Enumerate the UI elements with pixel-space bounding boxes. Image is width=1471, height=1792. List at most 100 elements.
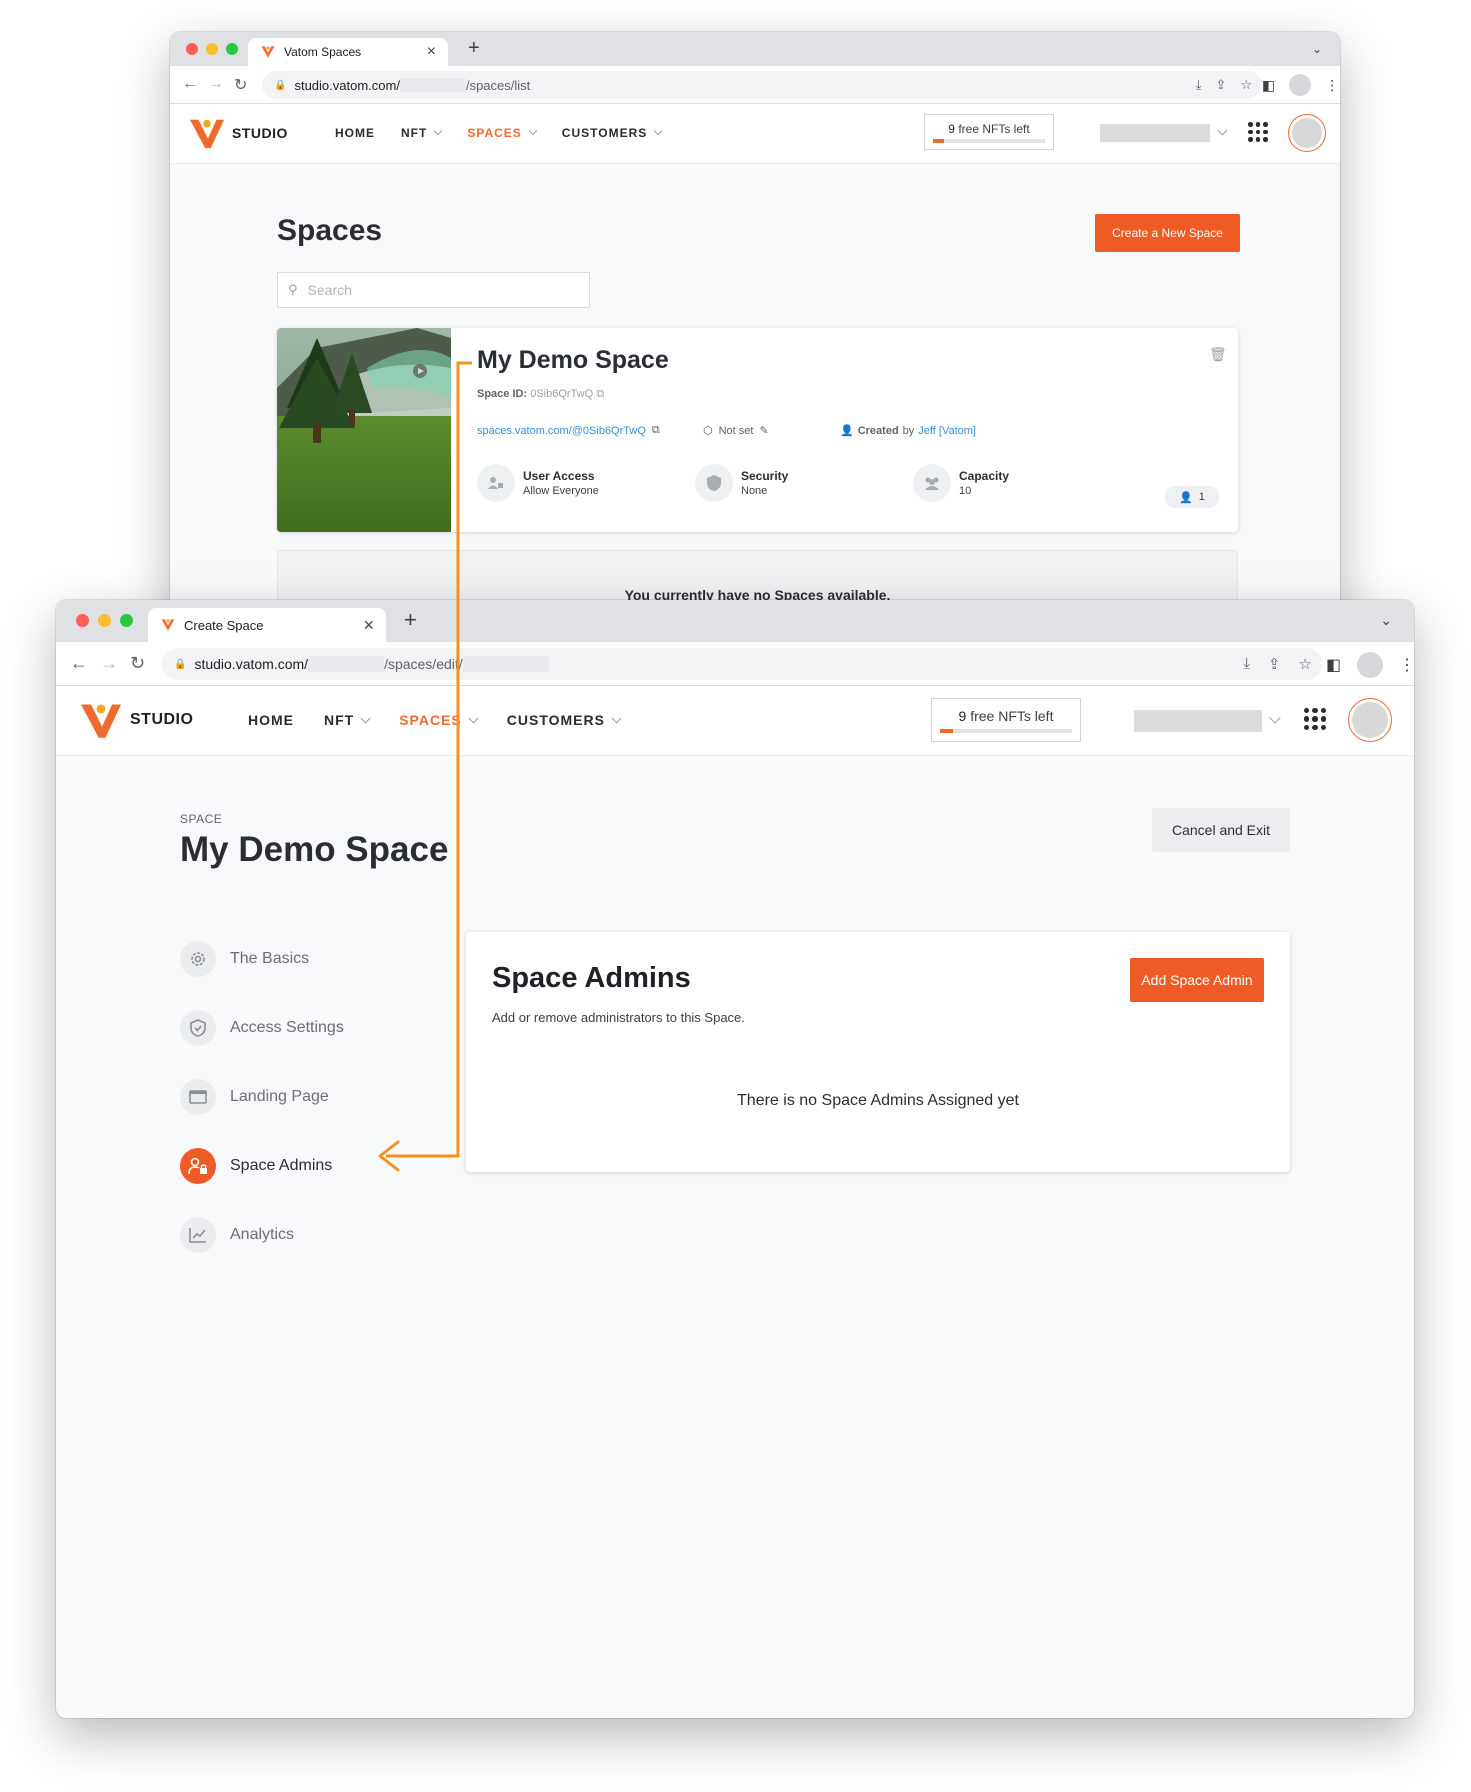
share-icon[interactable]: ⇪ xyxy=(1268,655,1281,673)
install-icon[interactable]: ⤓ xyxy=(1243,655,1250,673)
install-icon[interactable]: ⤓ xyxy=(1196,77,1202,93)
tab-list-chevron-icon[interactable]: ⌄ xyxy=(1312,42,1322,56)
add-space-admin-button[interactable]: Add Space Admin xyxy=(1130,958,1264,1002)
browser-profile-avatar[interactable] xyxy=(1357,652,1384,678)
studio-logo[interactable]: STUDIO xyxy=(78,700,193,740)
free-nfts-widget[interactable]: 9 free NFTs left xyxy=(931,698,1081,742)
url-bar[interactable]: 🔒 studio.vatom.com/ /spaces/edit/ ⤓ ⇪ ☆ xyxy=(162,648,1322,680)
sidebar-item-analytics[interactable]: Analytics xyxy=(180,1200,344,1269)
sidebar-item-label: The Basics xyxy=(230,949,310,967)
copy-icon[interactable]: ⧉ xyxy=(652,424,660,437)
star-icon[interactable]: ☆ xyxy=(1299,655,1312,673)
chevron-down-icon xyxy=(434,126,443,136)
browser-tab[interactable]: Create Space × xyxy=(148,608,386,642)
free-nfts-progress xyxy=(933,139,1045,143)
cube-icon: ⬡ xyxy=(703,425,713,437)
user-avatar[interactable] xyxy=(1288,114,1326,152)
pencil-icon[interactable]: ✎ xyxy=(759,424,768,437)
search-field[interactable]: ⚲ xyxy=(277,272,590,308)
url-bar[interactable]: 🔒 studio.vatom.com/ /spaces/list ⤓ ⇪ ☆ xyxy=(262,71,1262,99)
close-tab-icon[interactable]: × xyxy=(427,43,436,61)
forward-arrow-icon[interactable]: → xyxy=(100,653,118,674)
sidebar-toggle-icon[interactable]: ◧ xyxy=(1262,77,1275,94)
vatom-favicon xyxy=(161,619,175,631)
menu-kebab-icon[interactable]: ⋮ xyxy=(1399,655,1414,675)
new-tab-icon[interactable]: + xyxy=(404,607,417,633)
new-tab-icon[interactable]: + xyxy=(468,37,480,60)
star-icon[interactable]: ☆ xyxy=(1240,77,1252,93)
user-avatar[interactable] xyxy=(1348,698,1392,742)
nav-customers-label: CUSTOMERS xyxy=(506,712,605,728)
tab-list-chevron-icon[interactable]: ⌄ xyxy=(1380,612,1392,629)
apps-grid-icon[interactable] xyxy=(1248,122,1268,142)
sidebar-item-basics[interactable]: The Basics xyxy=(180,924,344,993)
nav-home[interactable]: HOME xyxy=(248,712,294,728)
date-row: ⬡ Not set ✎ xyxy=(703,424,769,438)
back-arrow-icon[interactable]: ← xyxy=(70,653,88,674)
menu-kebab-icon[interactable]: ⋮ xyxy=(1325,77,1339,94)
account-name-redacted[interactable] xyxy=(1134,710,1262,732)
person-icon: 👤 xyxy=(840,425,854,437)
users-count: 1 xyxy=(1198,491,1205,503)
zoom-window-button[interactable] xyxy=(120,614,133,627)
browser-tab[interactable]: Vatom Spaces × xyxy=(248,38,448,66)
studio-logo[interactable]: STUDIO xyxy=(188,116,288,150)
reload-icon[interactable]: ↻ xyxy=(234,75,247,95)
space-thumbnail[interactable] xyxy=(277,328,451,532)
copy-icon[interactable]: ⧉ xyxy=(596,388,604,400)
attr-value: 10 xyxy=(959,485,972,497)
account-name-redacted[interactable] xyxy=(1100,124,1210,142)
close-window-button[interactable] xyxy=(76,614,89,627)
sidebar-item-access[interactable]: Access Settings xyxy=(180,993,344,1062)
space-link[interactable]: spaces.vatom.com/@0Sib6QrTwQ xyxy=(477,425,646,437)
address-toolbar: ← → ↻ 🔒 studio.vatom.com/ /spaces/edit/ … xyxy=(56,642,1414,686)
shield-icon xyxy=(180,1009,216,1046)
chevron-down-icon[interactable] xyxy=(1217,125,1228,136)
browser-profile-avatar[interactable] xyxy=(1289,74,1312,96)
zoom-window-button[interactable] xyxy=(226,43,238,55)
free-nfts-progress xyxy=(940,729,1072,733)
url-host: studio.vatom.com/ xyxy=(294,77,400,93)
reload-icon[interactable]: ↻ xyxy=(130,653,145,674)
nav-home[interactable]: HOME xyxy=(335,126,375,140)
logo-text: STUDIO xyxy=(232,125,288,141)
minimize-window-button[interactable] xyxy=(98,614,111,627)
sidebar-item-admins[interactable]: Space Admins xyxy=(180,1131,344,1200)
nav-customers[interactable]: CUSTOMERS xyxy=(562,126,663,140)
nav-spaces[interactable]: SPACES xyxy=(467,126,538,140)
sidebar-toggle-icon[interactable]: ◧ xyxy=(1326,655,1341,675)
lock-icon: 🔒 xyxy=(274,79,287,91)
share-icon[interactable]: ⇪ xyxy=(1215,77,1226,93)
vatom-logo-icon xyxy=(190,119,224,149)
trash-icon[interactable]: 🗑 xyxy=(1209,346,1227,363)
url-path: /spaces/list xyxy=(465,77,531,93)
free-nfts-text: 9 free NFTs left xyxy=(932,708,1080,724)
chevron-down-icon[interactable] xyxy=(1269,712,1281,724)
back-arrow-icon[interactable]: ← xyxy=(182,75,198,93)
nav-customers[interactable]: CUSTOMERS xyxy=(506,712,622,728)
nav-nft[interactable]: NFT xyxy=(401,126,443,140)
forward-arrow-icon[interactable]: → xyxy=(208,75,224,93)
sidebar-item-landing[interactable]: Landing Page xyxy=(180,1062,344,1131)
cancel-exit-button[interactable]: Cancel and Exit xyxy=(1152,808,1290,852)
close-tab-icon[interactable]: × xyxy=(363,615,374,636)
free-nfts-widget[interactable]: 9 free NFTs left xyxy=(924,114,1054,150)
minimize-window-button[interactable] xyxy=(206,43,218,55)
creator-row: 👤 Created by Jeff [Vatom] xyxy=(840,424,976,438)
url-host: studio.vatom.com/ xyxy=(194,656,309,672)
create-space-button[interactable]: Create a New Space xyxy=(1095,214,1240,252)
gear-icon xyxy=(180,940,216,977)
browser-actions: ◧ ⋮ xyxy=(1326,652,1414,678)
close-window-button[interactable] xyxy=(186,43,198,55)
free-nfts-label: free NFTs left xyxy=(958,122,1030,136)
search-input[interactable] xyxy=(307,282,528,298)
browser-actions: ◧ ⋮ xyxy=(1262,74,1339,96)
person-icon: 👤 xyxy=(1179,491,1193,504)
space-card[interactable]: My Demo Space 🗑 Space ID: 0Sib6QrTwQ ⧉ s… xyxy=(277,328,1238,532)
nav-nft[interactable]: NFT xyxy=(324,712,371,728)
space-name[interactable]: My Demo Space xyxy=(477,346,669,375)
apps-grid-icon[interactable] xyxy=(1304,708,1326,730)
nav-spaces[interactable]: SPACES xyxy=(399,712,479,728)
main-nav: HOME NFT SPACES CUSTOMERS xyxy=(248,712,622,728)
creator-link[interactable]: Jeff [Vatom] xyxy=(918,425,976,437)
